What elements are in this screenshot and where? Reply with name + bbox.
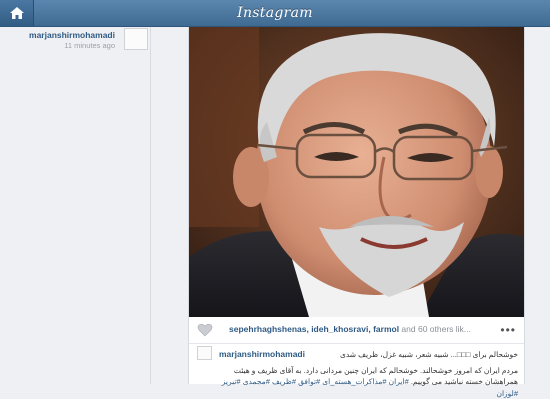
heart-icon[interactable] bbox=[197, 323, 213, 337]
comment-avatar[interactable] bbox=[197, 346, 212, 360]
likes-others: and 60 others lik... bbox=[399, 324, 471, 334]
comment: marjanshirmohamadi خوشحالم برای □□□... ش… bbox=[189, 345, 524, 398]
post-actions: sepehrhaghshenas, ideh_khosravi, farmol … bbox=[189, 317, 524, 344]
home-button[interactable] bbox=[0, 0, 34, 26]
post-username[interactable]: marjanshirmohamadi bbox=[29, 30, 115, 40]
comment-line-3-text: همراهشان خسته نباشید می گوییم. bbox=[410, 377, 518, 386]
portrait-image bbox=[189, 27, 524, 317]
more-options-button[interactable]: ••• bbox=[500, 323, 516, 337]
likes-users[interactable]: sepehrhaghshenas, ideh_khosravi, farmol bbox=[229, 324, 399, 334]
post-photo[interactable] bbox=[189, 27, 524, 317]
comment-line-3: همراهشان خسته نباشید می گوییم. #ایران #م… bbox=[218, 376, 518, 399]
app-title: Instagram bbox=[237, 5, 313, 21]
comment-line-2: مردم ایران که امروز خوشحالند. خوشحالم که… bbox=[233, 365, 518, 375]
post-timestamp: 11 minutes ago bbox=[64, 41, 115, 50]
top-bar: Instagram bbox=[0, 0, 550, 27]
likes-summary[interactable]: sepehrhaghshenas, ideh_khosravi, farmol … bbox=[229, 324, 492, 334]
post-card: sepehrhaghshenas, ideh_khosravi, farmol … bbox=[188, 27, 525, 398]
comment-line-1: خوشحالم برای □□□... شبیه شعر، شبیه غزل، … bbox=[340, 350, 518, 359]
avatar[interactable] bbox=[124, 28, 148, 50]
comment-text: خوشحالم برای □□□... شبیه شعر، شبیه غزل، … bbox=[218, 349, 518, 399]
post-header-column: marjanshirmohamadi 11 minutes ago bbox=[0, 27, 151, 384]
home-icon bbox=[9, 7, 24, 19]
